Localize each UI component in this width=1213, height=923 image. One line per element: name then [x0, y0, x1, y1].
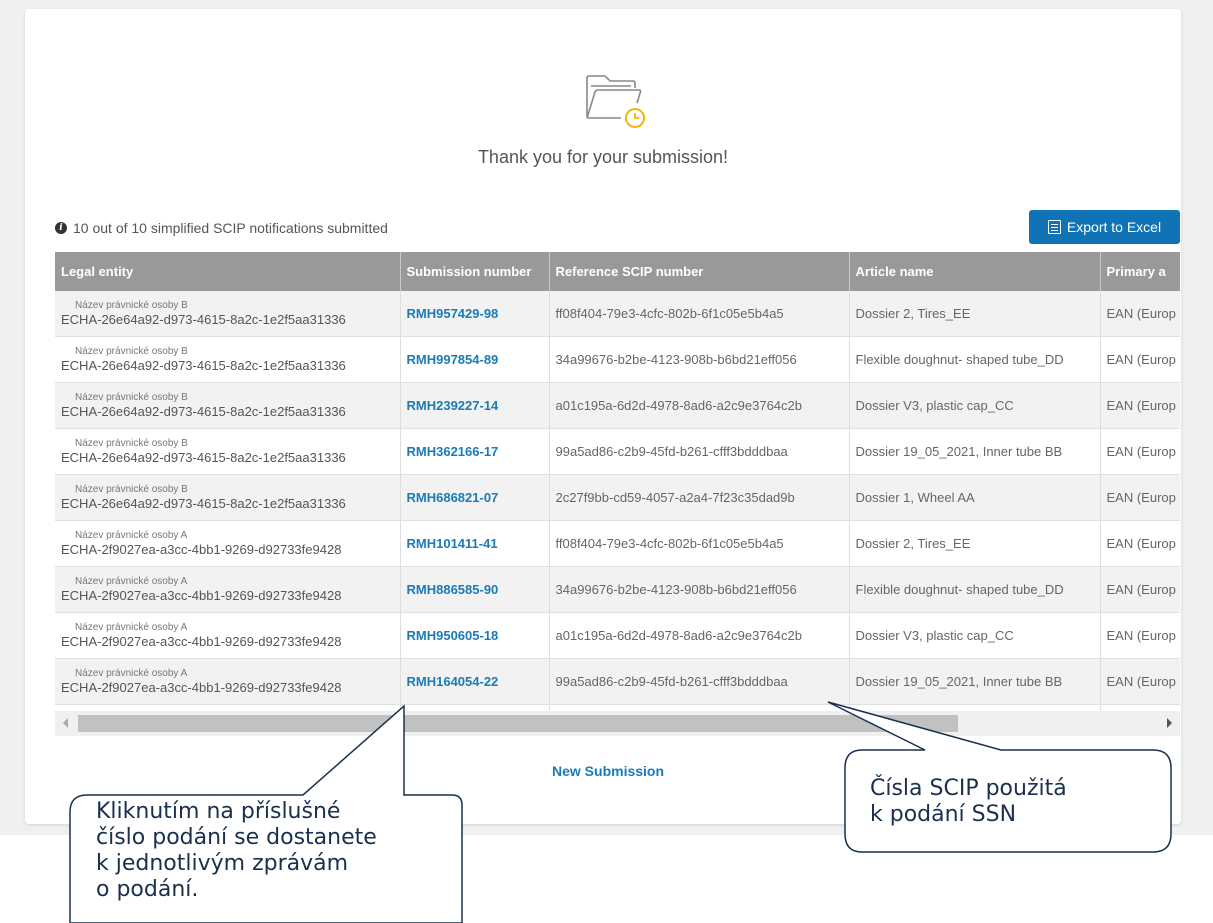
- right-callout-line: Čísla SCIP použitá: [870, 776, 1067, 801]
- right-callout-line: k podání SSN: [870, 802, 1017, 827]
- left-callout-line: Kliknutím na příslušné: [96, 799, 341, 824]
- left-callout-line: číslo podání se dostanete: [96, 825, 377, 850]
- left-callout-line: k jednotlivým zprávám: [96, 851, 349, 876]
- left-callout-text: Kliknutím na příslušné číslo podání se d…: [96, 799, 377, 903]
- left-callout-line: o podání.: [96, 877, 199, 902]
- right-callout-text: Čísla SCIP použitá k podání SSN: [870, 776, 1067, 828]
